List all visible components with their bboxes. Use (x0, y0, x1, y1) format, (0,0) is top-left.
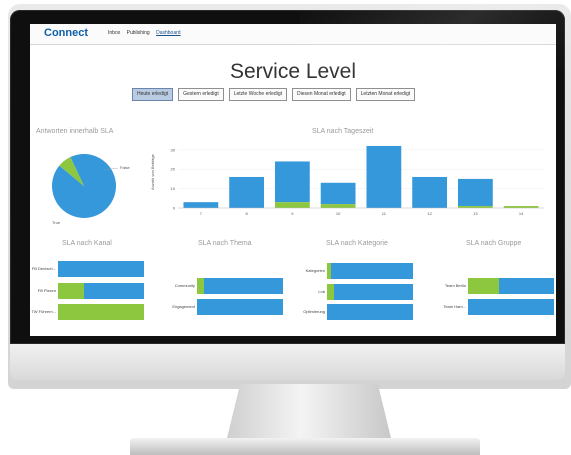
kategorie-section-title: SLA nach Kategorie (326, 240, 388, 247)
y-axis-label: Anzahl von Beiträge (150, 153, 155, 190)
x-tick-label: 9 (291, 211, 294, 216)
y-tick-label: 20 (171, 167, 176, 172)
pie-label-true: True (52, 220, 61, 225)
row-label: Team Berlin (444, 283, 466, 288)
kanal-section-title: SLA nach Kanal (62, 240, 112, 247)
bar-9-green (274, 202, 310, 208)
monitor-chin (10, 344, 565, 380)
nav-publishing[interactable]: Publishing (127, 30, 150, 36)
bar-10-green (320, 204, 356, 208)
x-tick-label: 14 (519, 211, 524, 216)
x-tick-label: 12 (427, 211, 432, 216)
bar-row (197, 299, 283, 315)
gruppe-section-title: SLA nach Gruppe (466, 240, 522, 247)
brand-logo[interactable]: Connect (44, 27, 88, 39)
filter-letzten-monat-button[interactable]: Letzten Monat erledigt (355, 88, 416, 101)
row-label: Optimierung (303, 309, 325, 314)
x-tick-label: 11 (382, 211, 387, 216)
bar-row (468, 299, 554, 315)
sla-pie-chart: False True (51, 154, 131, 225)
filter-letzte-woche-button[interactable]: Letzte Woche erledigt (228, 88, 287, 101)
bar-segment-green (58, 283, 84, 299)
row-label: FB Deutsch... (31, 266, 56, 271)
monitor-stand-base (130, 438, 480, 455)
pie-label-false: False (120, 165, 131, 170)
x-tick-label: 10 (336, 211, 341, 216)
bar-segment-green (197, 278, 204, 294)
bar-8-blue (229, 176, 265, 208)
bar-row (327, 304, 413, 320)
bar-row (327, 284, 413, 300)
x-tick-label: 8 (246, 211, 249, 216)
bar-row (468, 278, 554, 294)
filter-bar: Heute erledigt Gestern erledigt Letzte W… (132, 88, 416, 101)
thema-section-title: SLA nach Thema (198, 240, 252, 247)
screen: Connect Inbox Publishing Dashboard Servi… (30, 24, 556, 336)
bar-segment-green (327, 284, 334, 300)
bar-row (58, 261, 144, 277)
nav-dashboard[interactable]: Dashboard (156, 30, 180, 36)
row-label: Engagement (172, 304, 195, 309)
bar-segment-green (327, 263, 332, 279)
bar-12-blue (412, 176, 448, 208)
filter-gestern-button[interactable]: Gestern erledigt (178, 88, 224, 101)
bar-segment-green (468, 278, 499, 294)
top-navigation-bar: Connect Inbox Publishing Dashboard (30, 24, 556, 45)
bar-row (58, 283, 144, 299)
y-tick-label: 10 (171, 186, 176, 191)
row-label: Community (174, 283, 195, 288)
filter-heute-button[interactable]: Heute erledigt (132, 88, 174, 101)
bar-9-blue (274, 161, 310, 203)
row-label: Kategorien (305, 268, 325, 273)
bar-7-blue (183, 202, 219, 208)
row-label: Lob (318, 289, 325, 294)
bar-14-green (503, 206, 539, 208)
row-label: FB Pizzen (37, 288, 56, 293)
x-tick-label: 13 (473, 211, 478, 216)
tageszeit-section-title: SLA nach Tageszeit (312, 128, 374, 135)
bar-segment-green (58, 304, 144, 320)
sla-section-title: Antworten innerhalb SLA (36, 128, 114, 135)
main-nav: Inbox Publishing Dashboard (108, 30, 186, 36)
page-title: Service Level (229, 60, 357, 83)
row-label: Team Ham... (443, 304, 466, 309)
nav-inbox[interactable]: Inbox (108, 30, 120, 36)
bar-row (58, 304, 144, 320)
bar-13-blue (457, 178, 493, 207)
bar-10-blue (320, 182, 356, 205)
y-tick-label: 0 (173, 206, 176, 211)
bar-row (327, 263, 413, 279)
filter-diesen-monat-button[interactable]: Diesen Monat erledigt (292, 88, 351, 101)
y-tick-label: 30 (171, 147, 176, 152)
tageszeit-bar-chart: Anzahl von Beiträge 0 10 20 30 7 8 9 10 11 12 13 14 (150, 145, 544, 216)
bar-13-green (457, 206, 493, 208)
x-tick-label: 7 (200, 211, 203, 216)
bar-11-blue (366, 145, 402, 208)
bar-row (197, 278, 283, 294)
row-label: TW Führern... (31, 309, 56, 314)
monitor-stand-neck (227, 384, 391, 438)
